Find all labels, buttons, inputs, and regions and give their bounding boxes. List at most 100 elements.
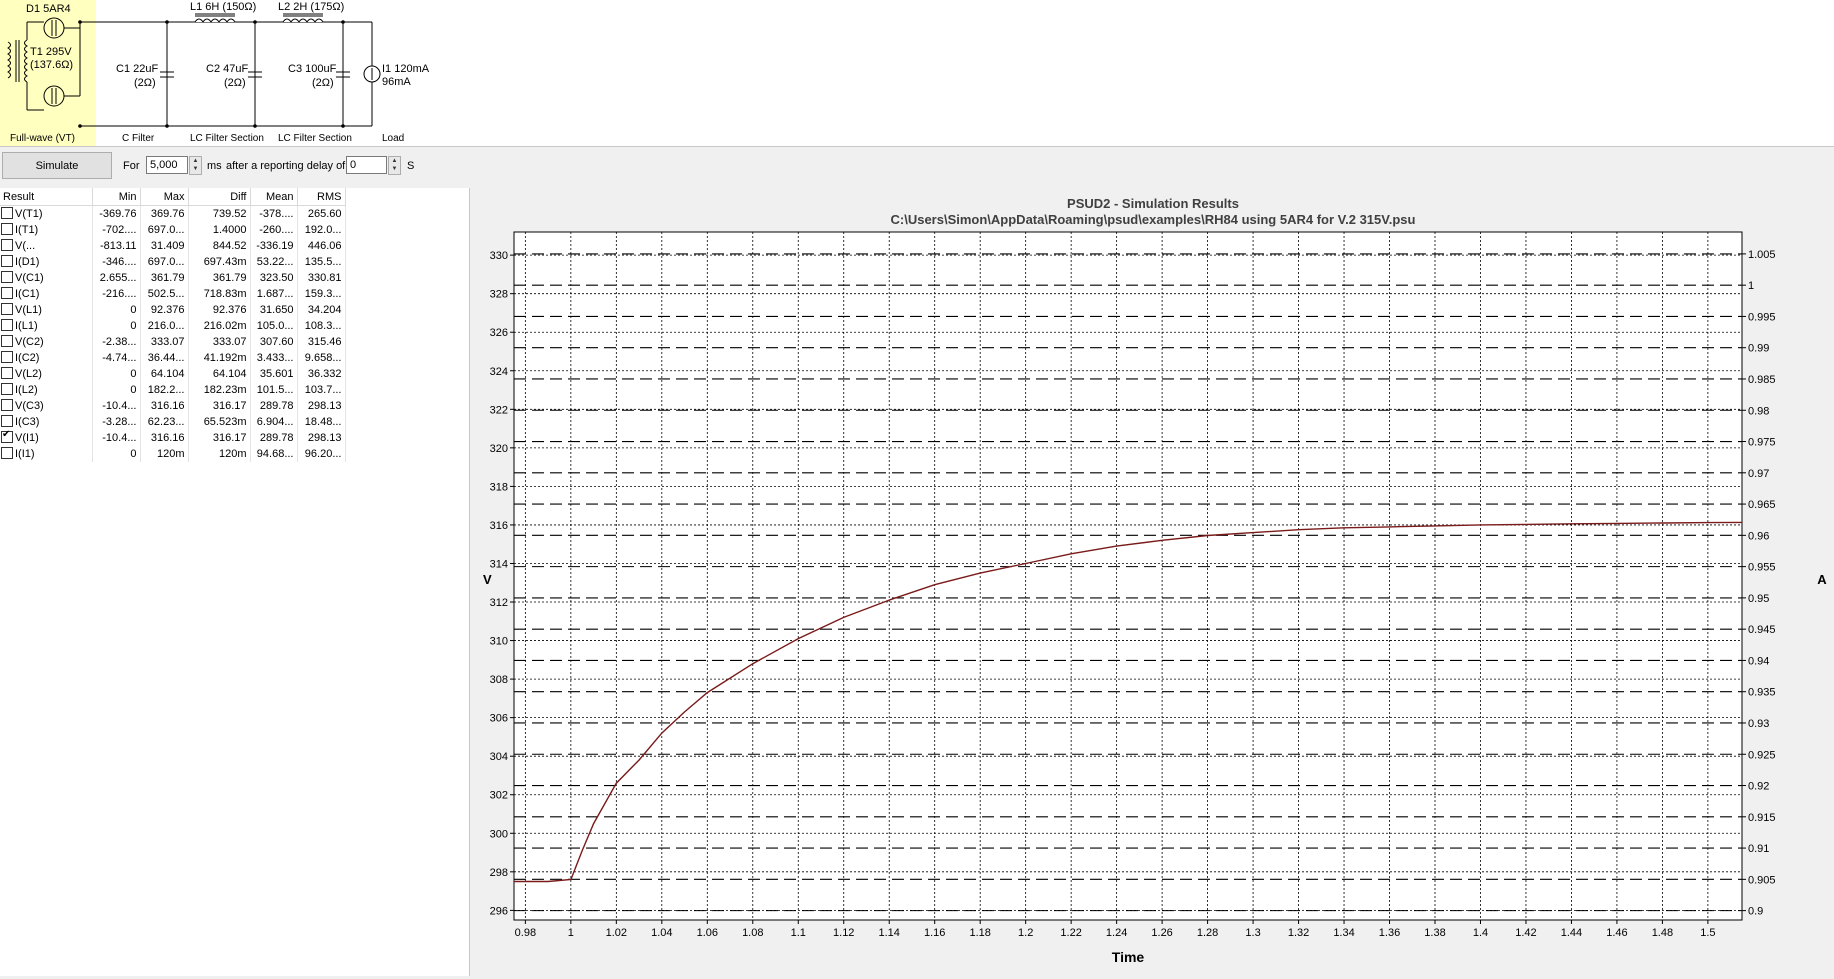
- result-mean-cell: 323.50: [250, 270, 298, 286]
- spin-up-icon[interactable]: ▲: [190, 157, 201, 165]
- y2-tick-label: 0.99: [1748, 343, 1769, 355]
- result-checkbox[interactable]: [1, 367, 13, 380]
- result-rms-cell: 96.20...: [297, 446, 346, 462]
- result-rms-cell: 298.13: [297, 398, 346, 414]
- result-name-cell[interactable]: I(I1): [0, 446, 93, 462]
- result-checkbox[interactable]: [1, 447, 13, 460]
- result-name-cell[interactable]: V(L2): [0, 366, 93, 382]
- result-min-cell: -346....: [92, 254, 141, 270]
- table-row[interactable]: I(T1) -702.... 697.0... 1.4000 -260.... 192.0…: [0, 222, 346, 238]
- result-min-cell: -3.28...: [92, 414, 141, 430]
- result-mean-cell: 307.60: [250, 334, 298, 350]
- result-checkbox[interactable]: [1, 335, 13, 348]
- result-name-cell[interactable]: V(C3): [0, 398, 93, 414]
- result-name-cell[interactable]: V(L1): [0, 302, 93, 318]
- result-rms-cell: 315.46: [297, 334, 346, 350]
- table-row[interactable]: V(L1) 0 92.376 92.376 31.650 34.204: [0, 302, 346, 318]
- table-row[interactable]: V(C2) -2.38... 333.07 333.07 307.60 315.46: [0, 334, 346, 350]
- y2-axis-label: A: [1817, 572, 1827, 587]
- col-header-rms[interactable]: RMS: [297, 188, 346, 206]
- result-name-cell[interactable]: I(C2): [0, 350, 93, 366]
- result-checkbox[interactable]: [1, 319, 13, 332]
- y2-tick-label: 0.94: [1748, 655, 1769, 667]
- result-checkbox[interactable]: [1, 383, 13, 396]
- result-name-cell[interactable]: I(L1): [0, 318, 93, 334]
- col-header-diff[interactable]: Diff: [188, 188, 251, 206]
- col-header-min[interactable]: Min: [92, 188, 141, 206]
- table-row[interactable]: I(D1) -346.... 697.0... 697.43m 53.22... 135.…: [0, 254, 346, 270]
- spin-down-icon[interactable]: ▼: [190, 165, 201, 173]
- inductor-l1[interactable]: [194, 18, 236, 23]
- result-rms-cell: 192.0...: [297, 222, 346, 238]
- col-header-max[interactable]: Max: [140, 188, 189, 206]
- result-max-cell: 697.0...: [140, 222, 189, 238]
- result-min-cell: 0: [92, 366, 141, 382]
- table-row[interactable]: I(L1) 0 216.0... 216.02m 105.0... 108.3...: [0, 318, 346, 334]
- result-mean-cell: 101.5...: [250, 382, 298, 398]
- y-tick-label: 312: [490, 597, 508, 609]
- result-name-cell[interactable]: I(T1): [0, 222, 93, 238]
- table-row[interactable]: V(T1) -369.76 369.76 739.52 -378.... 265.60: [0, 205, 346, 222]
- result-mean-cell: 35.601: [250, 366, 298, 382]
- table-row[interactable]: I(C3) -3.28... 62.23... 65.523m 6.904... 18.4…: [0, 414, 346, 430]
- result-checkbox[interactable]: [1, 430, 13, 444]
- table-row[interactable]: V(... -813.11 31.409 844.52 -336.19 446.06: [0, 238, 346, 254]
- result-name-cell[interactable]: I(D1): [0, 254, 93, 270]
- y-tick-label: 304: [490, 751, 508, 763]
- spin-down-icon[interactable]: ▼: [389, 165, 400, 173]
- result-max-cell: 369.76: [140, 205, 189, 222]
- table-row[interactable]: I(C2) -4.74... 36.44... 41.192m 3.433... 9.65…: [0, 350, 346, 366]
- result-checkbox[interactable]: [1, 399, 13, 412]
- result-mean-cell: 31.650: [250, 302, 298, 318]
- table-row[interactable]: I(I1) 0 120m 120m 94.68... 96.20...: [0, 446, 346, 462]
- result-name-cell[interactable]: V(...: [0, 238, 93, 254]
- result-checkbox[interactable]: [1, 351, 13, 364]
- delay-spinner[interactable]: ▲ ▼: [388, 156, 401, 175]
- result-name-cell[interactable]: V(C2): [0, 334, 93, 350]
- result-checkbox[interactable]: [1, 303, 13, 316]
- simulate-button[interactable]: Simulate: [2, 152, 112, 179]
- table-row[interactable]: V(L2) 0 64.104 64.104 35.601 36.332: [0, 366, 346, 382]
- y2-tick-label: 0.955: [1748, 562, 1776, 574]
- result-min-cell: 0: [92, 318, 141, 334]
- result-diff-cell: 697.43m: [188, 254, 251, 270]
- result-checkbox[interactable]: [1, 415, 13, 428]
- table-row[interactable]: V(C3) -10.4... 316.16 316.17 289.78 298.13: [0, 398, 346, 414]
- result-checkbox[interactable]: [1, 207, 13, 220]
- result-name-cell[interactable]: V(T1): [0, 205, 93, 222]
- x-tick-label: 1.06: [697, 927, 718, 939]
- spin-up-icon[interactable]: ▲: [389, 157, 400, 165]
- duration-spinner[interactable]: ▲ ▼: [189, 156, 202, 175]
- col-header-mean[interactable]: Mean: [250, 188, 298, 206]
- result-checkbox[interactable]: [1, 223, 13, 236]
- inductor-l2[interactable]: [282, 18, 324, 23]
- result-name-cell[interactable]: V(C1): [0, 270, 93, 286]
- y2-tick-label: 0.925: [1748, 749, 1776, 761]
- result-mean-cell: 6.904...: [250, 414, 298, 430]
- table-row[interactable]: I(C1) -216.... 502.5... 718.83m 1.687... 159.…: [0, 286, 346, 302]
- result-rms-cell: 34.204: [297, 302, 346, 318]
- result-name-cell[interactable]: I(L2): [0, 382, 93, 398]
- table-row[interactable]: V(I1) -10.4...316.16316.17289.78298.13: [0, 430, 346, 446]
- result-checkbox[interactable]: [1, 255, 13, 268]
- table-row[interactable]: V(C1) 2.655... 361.79 361.79 323.50 330.81: [0, 270, 346, 286]
- result-name-cell[interactable]: V(I1): [0, 430, 93, 446]
- result-checkbox[interactable]: [1, 287, 13, 300]
- result-name-cell[interactable]: I(C1): [0, 286, 93, 302]
- result-mean-cell: 105.0...: [250, 318, 298, 334]
- result-max-cell: 333.07: [140, 334, 189, 350]
- result-diff-cell: 64.104: [188, 366, 251, 382]
- result-name-cell[interactable]: I(C3): [0, 414, 93, 430]
- result-name: I(T1): [15, 223, 39, 236]
- result-checkbox[interactable]: [1, 239, 13, 252]
- result-diff-cell: 182.23m: [188, 382, 251, 398]
- delay-input[interactable]: 0: [346, 156, 387, 174]
- duration-input[interactable]: 5,000: [146, 156, 188, 174]
- seconds-label: S: [407, 160, 415, 172]
- result-checkbox[interactable]: [1, 271, 13, 284]
- result-name: I(L1): [15, 319, 38, 332]
- col-header-result[interactable]: Result: [0, 188, 93, 206]
- x-tick-label: 1.26: [1151, 927, 1172, 939]
- table-row[interactable]: I(L2) 0 182.2... 182.23m 101.5... 103.7...: [0, 382, 346, 398]
- result-name: I(D1): [15, 255, 40, 268]
